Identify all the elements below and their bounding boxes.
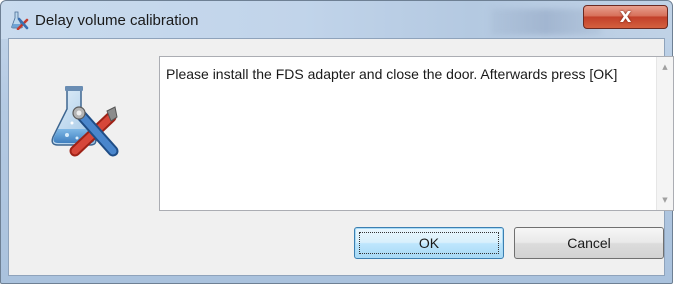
dialog-client-area: Please install the FDS adapter and close… — [8, 38, 674, 276]
cancel-button[interactable]: Cancel — [514, 227, 664, 259]
cancel-button-label: Cancel — [567, 235, 611, 251]
calibration-tools-icon — [51, 86, 119, 157]
close-button[interactable]: X — [583, 5, 668, 29]
message-textbox[interactable]: Please install the FDS adapter and close… — [159, 56, 674, 211]
title-bar[interactable]: Delay volume calibration X — [1, 1, 672, 39]
window-title: Delay volume calibration — [35, 12, 199, 29]
vertical-scrollbar[interactable]: ▲ ▼ — [656, 57, 673, 210]
dialog-window: Delay volume calibration X Please instal… — [0, 0, 674, 284]
message-text: Please install the FDS adapter and close… — [166, 66, 618, 82]
scroll-down-icon[interactable]: ▼ — [657, 192, 673, 208]
close-icon: X — [619, 8, 632, 26]
calibration-tools-icon — [11, 11, 29, 30]
focus-indicator — [359, 232, 499, 254]
scroll-up-icon[interactable]: ▲ — [657, 59, 673, 75]
ok-button[interactable]: OK — [354, 227, 504, 259]
